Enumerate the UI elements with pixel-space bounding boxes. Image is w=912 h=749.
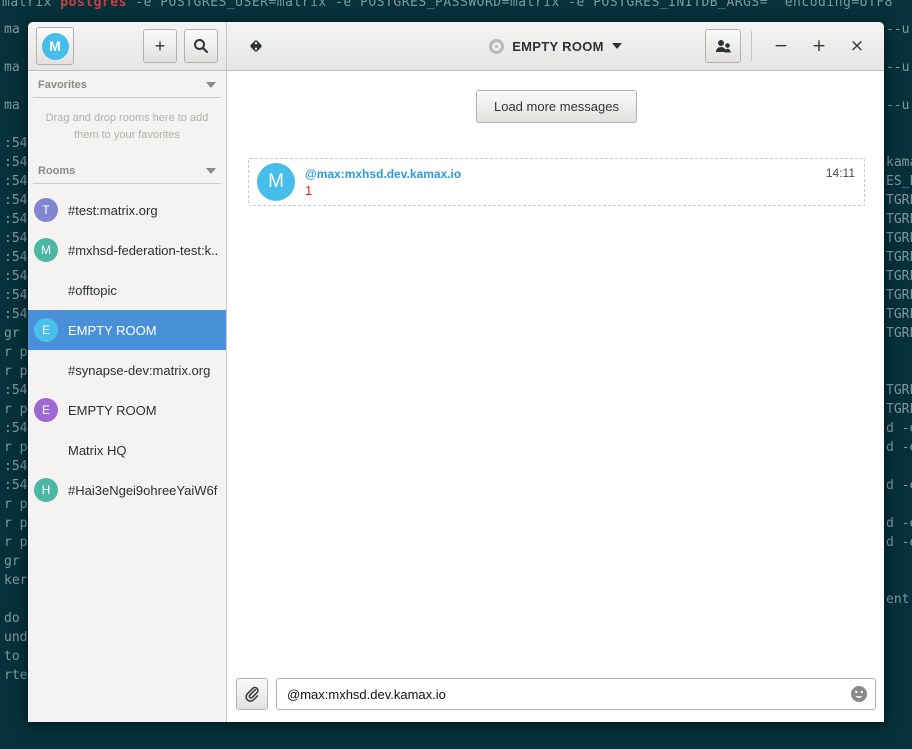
room-avatar: H bbox=[34, 478, 58, 502]
close-button[interactable]: × bbox=[838, 30, 876, 62]
room-list-item[interactable]: E EMPTY ROOM bbox=[28, 390, 226, 430]
user-account-button[interactable]: M bbox=[36, 27, 74, 65]
room-avatar: T bbox=[34, 198, 58, 222]
sidebar: Favorites Drag and drop rooms here to ad… bbox=[28, 71, 227, 722]
room-avatar-placeholder-icon bbox=[489, 39, 504, 54]
search-icon bbox=[193, 38, 209, 54]
add-room-button[interactable]: + bbox=[143, 29, 177, 63]
message-input-wrap bbox=[276, 678, 876, 710]
emoji-icon[interactable] bbox=[850, 685, 868, 703]
sidebar-toolbar: M + bbox=[28, 22, 227, 70]
room-name: EMPTY ROOM bbox=[68, 403, 157, 418]
paperclip-icon bbox=[244, 686, 260, 702]
room-list-item[interactable]: M #mxhsd-federation-test:k... bbox=[28, 230, 226, 270]
room-name: Matrix HQ bbox=[68, 443, 127, 458]
room-avatar: E bbox=[34, 318, 58, 342]
room-list: T #test:matrix.org M #mxhsd-federation-test… bbox=[28, 190, 226, 510]
room-name: #Hai3eNgei9ohreeYaiW6f... bbox=[68, 483, 218, 498]
maximize-button[interactable]: + bbox=[800, 30, 838, 62]
favorites-hint: Drag and drop rooms here to add them to … bbox=[28, 98, 226, 157]
message-timeline: Load more messages M @max:mxhsd.dev.kama… bbox=[227, 71, 884, 672]
room-avatar: M bbox=[34, 238, 58, 262]
room-list-item[interactable]: E EMPTY ROOM bbox=[28, 310, 226, 350]
message-sender-avatar: M bbox=[257, 163, 295, 201]
room-name: #test:matrix.org bbox=[68, 203, 158, 218]
titlebar: M + EMPTY ROOM − + × bbox=[28, 22, 884, 71]
terminal-top-line: matrix postgres -e POSTGRES_USER=matrix … bbox=[2, 0, 912, 10]
search-button[interactable] bbox=[184, 29, 218, 63]
room-list-item[interactable]: #synapse-dev:matrix.org bbox=[28, 350, 226, 390]
favorites-collapse-icon bbox=[206, 82, 216, 88]
message-body: 1 bbox=[305, 183, 461, 198]
room-name: #mxhsd-federation-test:k... bbox=[68, 243, 218, 258]
message-input[interactable] bbox=[276, 678, 876, 710]
composer bbox=[227, 672, 884, 722]
window-body: Favorites Drag and drop rooms here to ad… bbox=[28, 71, 884, 722]
message-sender[interactable]: @max:mxhsd.dev.kamax.io bbox=[305, 167, 461, 181]
room-list-item[interactable]: T #test:matrix.org bbox=[28, 190, 226, 230]
room-avatar: E bbox=[34, 398, 58, 422]
matrix-client-window: M + EMPTY ROOM − + × bbox=[28, 22, 884, 722]
room-list-item[interactable]: #offtopic bbox=[28, 270, 226, 310]
room-name: #offtopic bbox=[68, 283, 117, 298]
rooms-label: Rooms bbox=[38, 165, 75, 177]
room-header: EMPTY ROOM − + × bbox=[227, 22, 884, 70]
attach-button[interactable] bbox=[236, 678, 268, 710]
room-name: EMPTY ROOM bbox=[68, 323, 157, 338]
message-timestamp: 14:11 bbox=[826, 166, 855, 180]
titlebar-separator bbox=[751, 31, 752, 61]
terminal-right-column: --u--u--ukamaES_PTGRETGRETGRETGRETGRETGR… bbox=[886, 20, 912, 609]
room-title[interactable]: EMPTY ROOM bbox=[512, 39, 604, 54]
rooms-collapse-icon bbox=[206, 168, 216, 174]
load-more-button[interactable]: Load more messages bbox=[476, 90, 637, 123]
load-more-wrap: Load more messages bbox=[248, 90, 865, 123]
user-avatar: M bbox=[42, 33, 69, 60]
message-row[interactable]: M @max:mxhsd.dev.kamax.io 1 14:11 bbox=[248, 158, 865, 206]
room-list-item[interactable]: Matrix HQ bbox=[28, 430, 226, 470]
room-list-item[interactable]: H #Hai3eNgei9ohreeYaiW6f... bbox=[28, 470, 226, 510]
rooms-section-header[interactable]: Rooms bbox=[33, 165, 221, 184]
terminal-left-column: mamama:54:54:54:54:54:54:54:54:54:54grr … bbox=[4, 20, 30, 685]
favorites-section-header[interactable]: Favorites bbox=[33, 79, 221, 98]
favorites-label: Favorites bbox=[38, 79, 87, 91]
room-title-caret-icon bbox=[612, 43, 622, 49]
members-icon bbox=[715, 39, 732, 54]
room-menu-icon[interactable] bbox=[248, 38, 264, 54]
minimize-button[interactable]: − bbox=[762, 30, 800, 62]
chat-area: Load more messages M @max:mxhsd.dev.kama… bbox=[227, 71, 884, 722]
room-name: #synapse-dev:matrix.org bbox=[68, 363, 210, 378]
message-texts: @max:mxhsd.dev.kamax.io 1 bbox=[305, 167, 461, 198]
members-button[interactable] bbox=[705, 29, 741, 63]
